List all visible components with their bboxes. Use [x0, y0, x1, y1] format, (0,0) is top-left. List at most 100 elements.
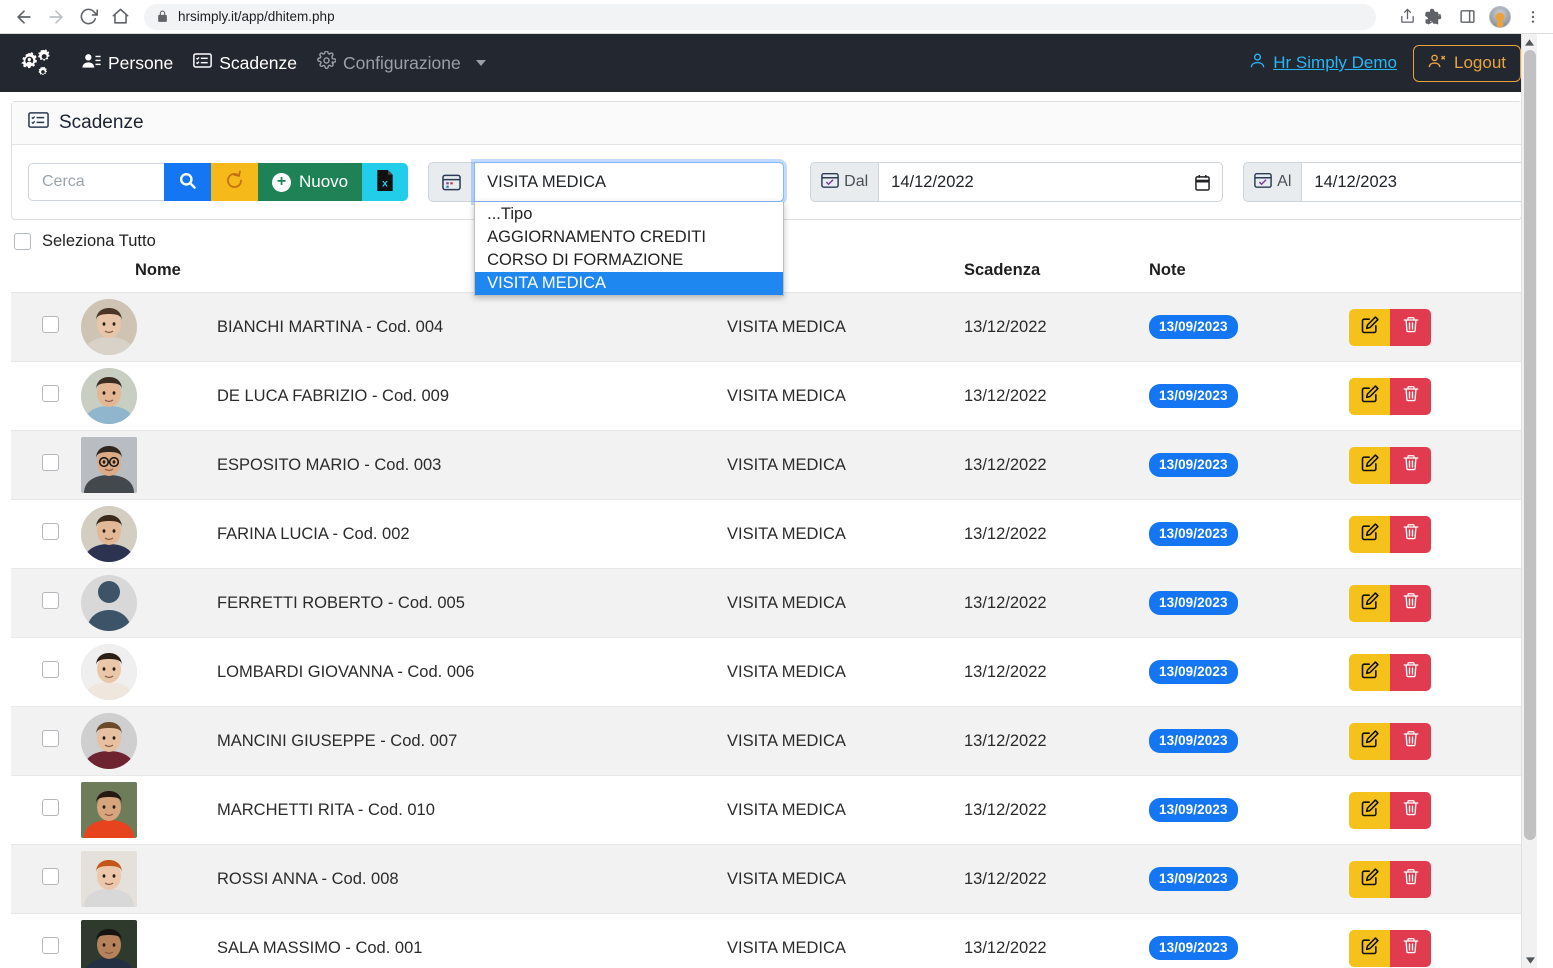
- page-scrollbar[interactable]: [1521, 34, 1537, 968]
- edit-button[interactable]: [1349, 308, 1390, 346]
- row-actions: [1349, 775, 1522, 845]
- scrollbar-thumb[interactable]: [1524, 50, 1536, 840]
- scadenze-card: Scadenze + Nuovo: [11, 101, 1537, 296]
- table-row[interactable]: BIANCHI MARTINA - Cod. 004 VISITA MEDICA 1…: [11, 292, 1522, 362]
- brand-logo[interactable]: [16, 46, 54, 80]
- reset-button[interactable]: [211, 163, 258, 201]
- delete-button[interactable]: [1390, 653, 1431, 691]
- delete-button[interactable]: [1390, 860, 1431, 898]
- row-avatar-cell: [69, 292, 217, 362]
- row-scadenza: 13/12/2022: [964, 292, 1149, 362]
- tipo-option-1[interactable]: AGGIORNAMENTO CREDITI: [475, 226, 783, 249]
- select-all-checkbox[interactable]: [14, 233, 31, 250]
- row-scadenza: 13/12/2022: [964, 430, 1149, 500]
- tipo-option-3[interactable]: VISITA MEDICA: [475, 272, 784, 295]
- date-to-input[interactable]: 14/12/2023: [1301, 162, 1537, 202]
- row-checkbox[interactable]: [42, 316, 59, 333]
- back-icon[interactable]: [10, 3, 38, 31]
- row-nome: MARCHETTI RITA - Cod. 010: [217, 775, 727, 845]
- delete-button[interactable]: [1390, 791, 1431, 829]
- tipo-option-2[interactable]: CORSO DI FORMAZIONE: [475, 249, 783, 272]
- calendar-picker-icon[interactable]: [1195, 174, 1210, 191]
- scroll-down-arrow-icon[interactable]: [1522, 952, 1537, 968]
- row-checkbox[interactable]: [42, 661, 59, 678]
- table-row[interactable]: ESPOSITO MARIO - Cod. 003 VISITA MEDICA 13…: [11, 430, 1522, 500]
- tipo-option-0[interactable]: ...Tipo: [475, 203, 783, 226]
- new-button[interactable]: + Nuovo: [258, 163, 363, 201]
- date-from-prefix: Dal: [810, 162, 879, 202]
- delete-button[interactable]: [1390, 377, 1431, 415]
- delete-button[interactable]: [1390, 722, 1431, 760]
- delete-button[interactable]: [1390, 515, 1431, 553]
- extensions-puzzle-icon[interactable]: [1421, 5, 1445, 29]
- export-excel-button[interactable]: x: [362, 163, 409, 201]
- row-checkbox[interactable]: [42, 937, 59, 954]
- date-to-group: Al 14/12/2023: [1243, 162, 1537, 202]
- side-panel-icon[interactable]: [1455, 5, 1479, 29]
- row-checkbox[interactable]: [42, 523, 59, 540]
- row-nome: ROSSI ANNA - Cod. 008: [217, 844, 727, 914]
- edit-button[interactable]: [1349, 860, 1390, 898]
- edit-button[interactable]: [1349, 515, 1390, 553]
- table-row[interactable]: LOMBARDI GIOVANNA - Cod. 006 VISITA MEDIC…: [11, 637, 1522, 707]
- edit-button[interactable]: [1349, 791, 1390, 829]
- tipo-select[interactable]: VISITA MEDICA: [474, 162, 785, 202]
- table-body: BIANCHI MARTINA - Cod. 004 VISITA MEDICA 1…: [11, 292, 1522, 968]
- table-row[interactable]: DE LUCA FABRIZIO - Cod. 009 VISITA MEDICA…: [11, 361, 1522, 431]
- edit-button[interactable]: [1349, 584, 1390, 622]
- edit-button[interactable]: [1349, 722, 1390, 760]
- address-bar[interactable]: hrsimply.it/app/dhitem.php: [144, 3, 1376, 30]
- table-row[interactable]: MANCINI GIUSEPPE - Cod. 007 VISITA MEDICA…: [11, 706, 1522, 776]
- navbar-links: Persone Scadenze Configurazione: [72, 45, 496, 81]
- tipo-dropdown-list[interactable]: ...Tipo AGGIORNAMENTO CREDITI CORSO DI F…: [474, 202, 785, 296]
- row-checkbox[interactable]: [42, 592, 59, 609]
- edit-pencil-icon: [1360, 798, 1380, 823]
- current-user-link[interactable]: Hr Simply Demo: [1249, 52, 1397, 74]
- nav-label-scadenze: Scadenze: [219, 52, 298, 73]
- delete-button[interactable]: [1390, 584, 1431, 622]
- trash-icon: [1402, 453, 1420, 477]
- row-avatar-cell: [69, 430, 217, 500]
- edit-button[interactable]: [1349, 446, 1390, 484]
- row-nome: ESPOSITO MARIO - Cod. 003: [217, 430, 727, 500]
- date-from-input[interactable]: 14/12/2022: [878, 162, 1224, 202]
- row-checkbox-cell: [11, 568, 69, 638]
- table-row[interactable]: MARCHETTI RITA - Cod. 010 VISITA MEDICA 13…: [11, 775, 1522, 845]
- nav-item-scadenze[interactable]: Scadenze: [183, 46, 307, 80]
- status-badge: 13/09/2023: [1149, 660, 1238, 684]
- row-checkbox[interactable]: [42, 385, 59, 402]
- row-actions: [1349, 292, 1522, 362]
- table-row[interactable]: FARINA LUCIA - Cod. 002 VISITA MEDICA 13/1…: [11, 499, 1522, 569]
- home-icon[interactable]: [106, 3, 134, 31]
- edit-button[interactable]: [1349, 653, 1390, 691]
- delete-button[interactable]: [1390, 446, 1431, 484]
- row-checkbox[interactable]: [42, 454, 59, 471]
- browser-menu-icon[interactable]: [1521, 5, 1545, 29]
- delete-button[interactable]: [1390, 929, 1431, 967]
- row-checkbox[interactable]: [42, 730, 59, 747]
- scroll-up-arrow-icon[interactable]: [1522, 34, 1537, 50]
- table-row[interactable]: ROSSI ANNA - Cod. 008 VISITA MEDICA 13/12/…: [11, 844, 1522, 914]
- forward-icon[interactable]: [42, 3, 70, 31]
- delete-button[interactable]: [1390, 308, 1431, 346]
- logout-label: Logout: [1454, 53, 1506, 72]
- row-checkbox[interactable]: [42, 868, 59, 885]
- trash-icon: [1402, 798, 1420, 822]
- svg-text:x: x: [382, 177, 388, 189]
- edit-button[interactable]: [1349, 377, 1390, 415]
- row-note: 13/09/2023: [1149, 292, 1349, 362]
- search-input[interactable]: [28, 163, 164, 201]
- search-button[interactable]: [164, 163, 211, 201]
- profile-avatar[interactable]: [1489, 5, 1511, 28]
- edit-button[interactable]: [1349, 929, 1390, 967]
- reload-icon[interactable]: [74, 3, 102, 31]
- share-icon[interactable]: [1395, 5, 1419, 29]
- table-row[interactable]: FERRETTI ROBERTO - Cod. 005 VISITA MEDICA…: [11, 568, 1522, 638]
- row-scadenza: 13/12/2022: [964, 844, 1149, 914]
- row-checkbox[interactable]: [42, 799, 59, 816]
- nav-item-persone[interactable]: Persone: [72, 46, 183, 80]
- nav-item-configurazione[interactable]: Configurazione: [307, 45, 496, 81]
- table-row[interactable]: SALA MASSIMO - Cod. 001 VISITA MEDICA 13/1…: [11, 913, 1522, 968]
- avatar: [81, 299, 137, 355]
- logout-button[interactable]: Logout: [1413, 44, 1521, 82]
